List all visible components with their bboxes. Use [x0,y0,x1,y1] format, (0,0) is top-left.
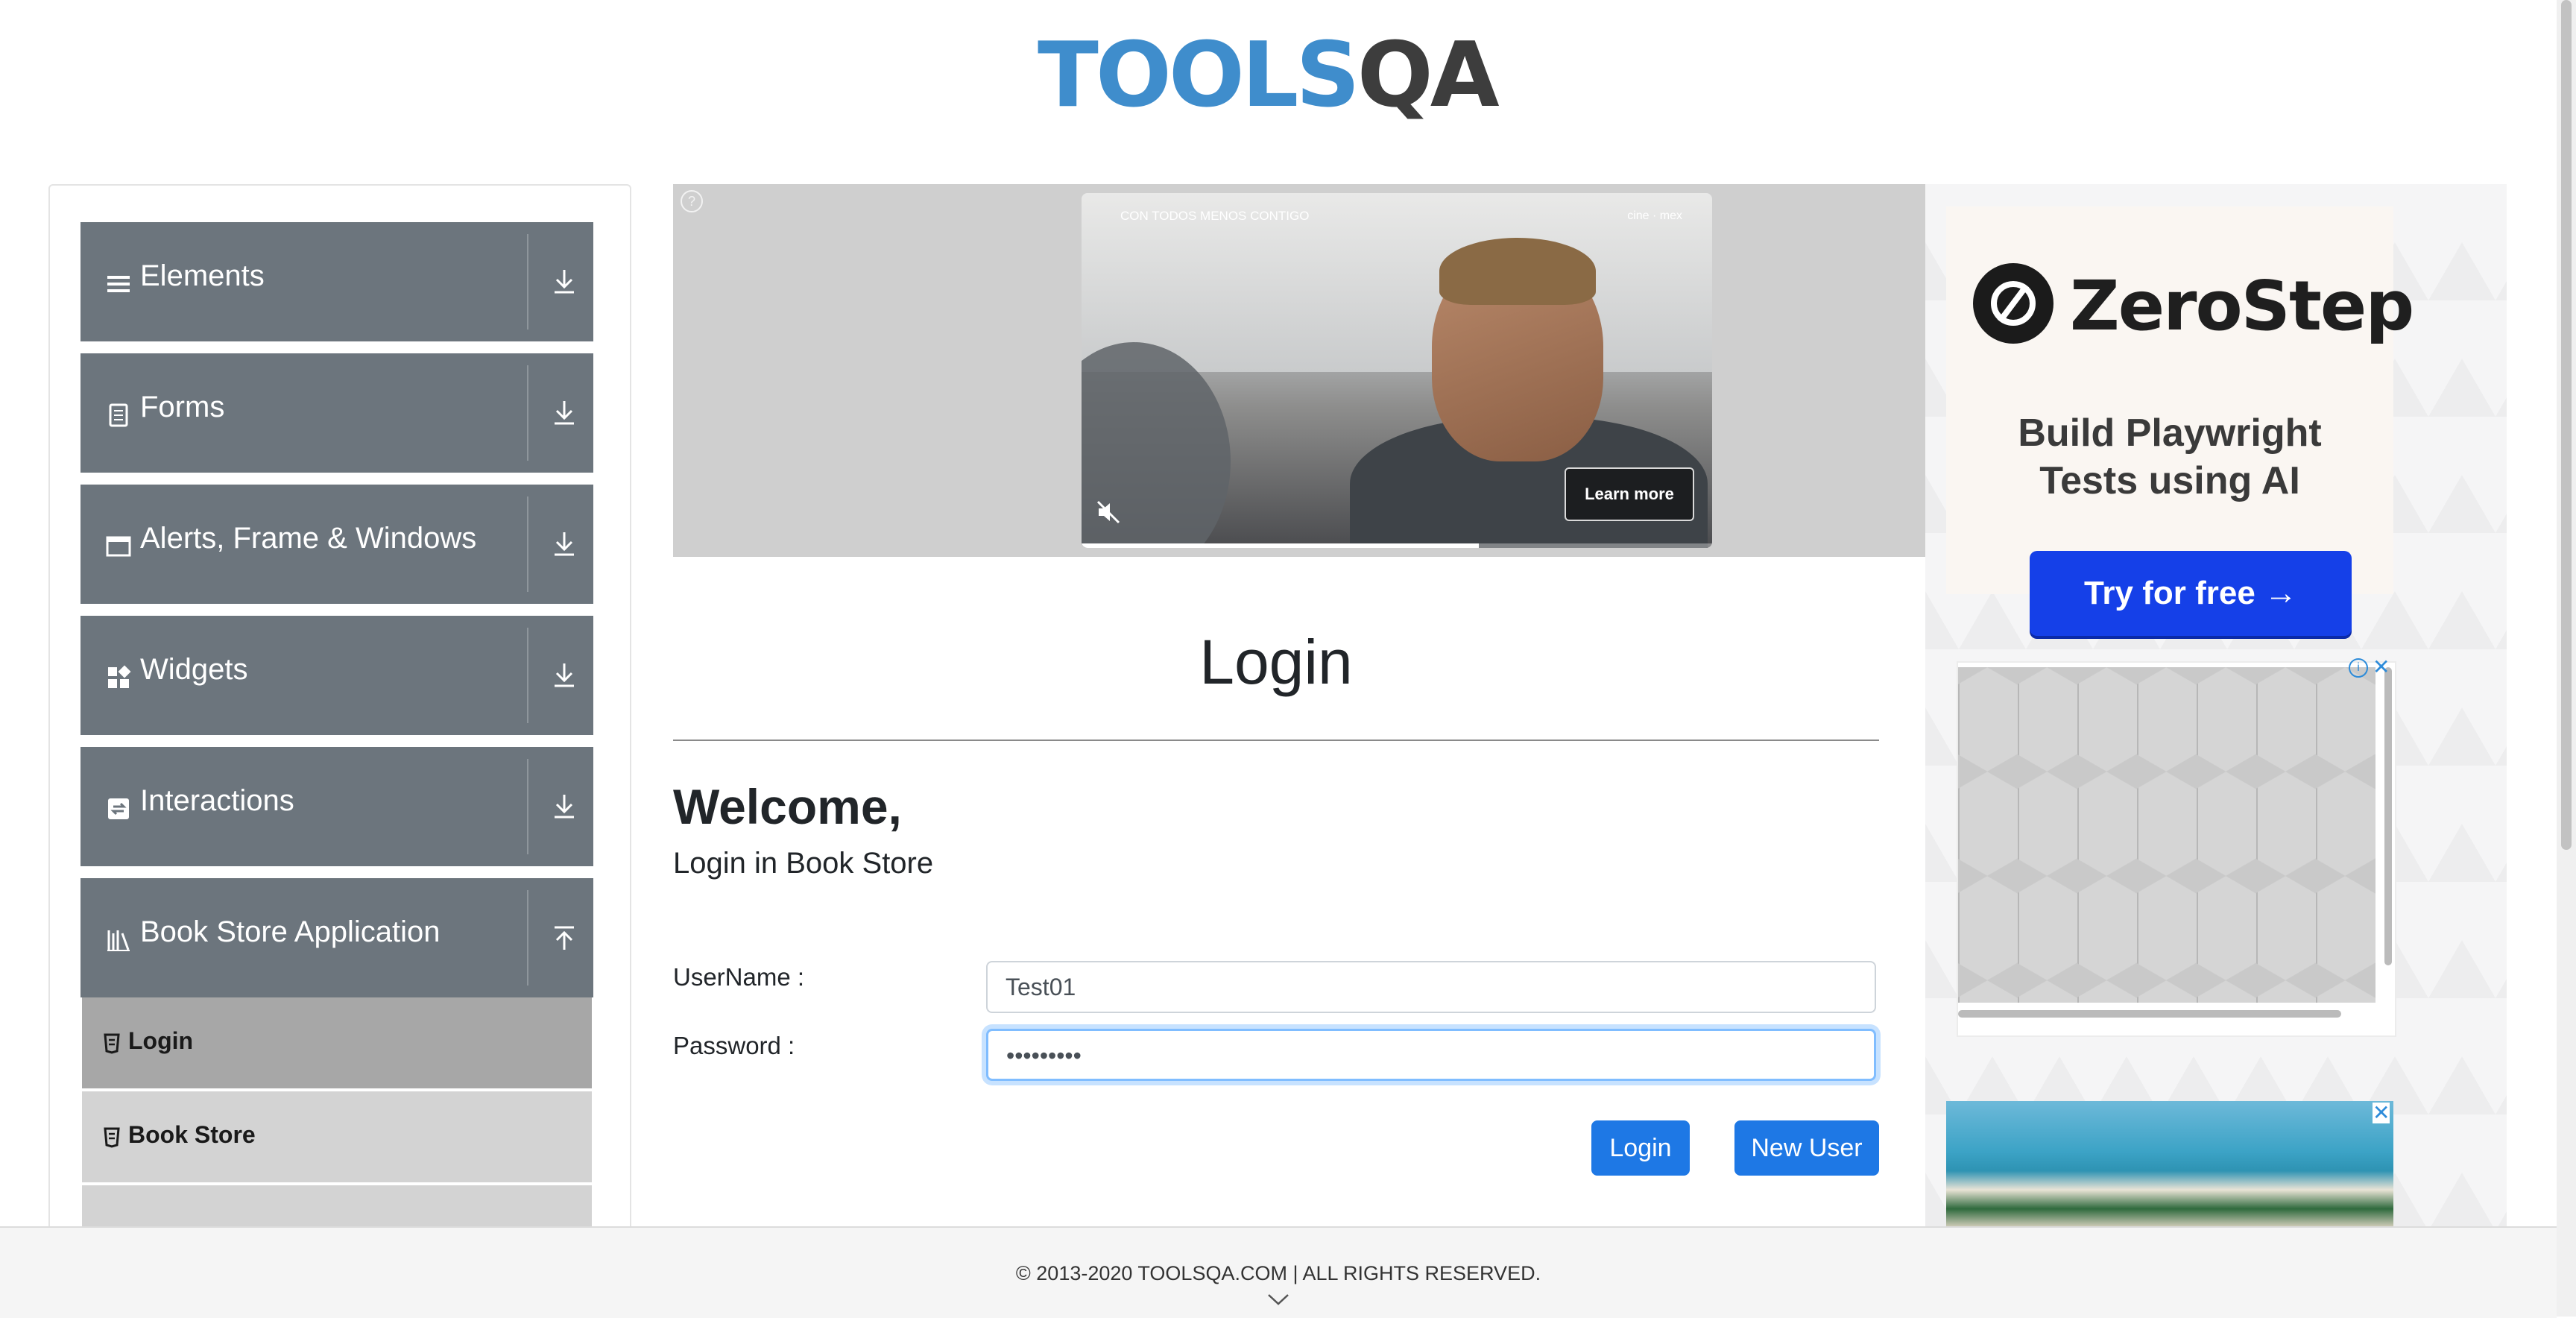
sidebar-group-book-store[interactable]: Book Store Application [80,878,593,997]
ad-horizontal-scrollbar[interactable] [1958,1010,2341,1018]
divider [527,759,528,854]
username-input[interactable]: Test01 [986,961,1876,1013]
pattern-ad[interactable] [1957,661,2396,1037]
login-subtitle: Login in Book Store [673,847,934,880]
zerostep-ad[interactable]: ZeroStep Build Playwright Tests using AI… [1946,206,2414,636]
sidebar-group-label: Widgets [140,653,248,686]
title-divider [673,740,1879,741]
video-brand: cine · mex [1627,209,1682,222]
divider [527,234,528,330]
footer-copyright: © 2013-2020 TOOLSQA.COM | ALL RIGHTS RES… [1015,1262,1541,1284]
list-icon [107,276,130,292]
html5-icon [104,1127,120,1148]
zerostep-tagline-line-1: Build Playwright [2018,412,2322,455]
ad-vertical-scrollbar[interactable] [2384,667,2392,965]
sidebar-item-book-store[interactable]: Book Store [82,1091,592,1185]
ad-close-icon[interactable]: ✕ [2373,1103,2390,1123]
sidebar-group-alerts[interactable]: Alerts, Frame & Windows [80,485,593,604]
toolsqa-logo[interactable]: TOOLSQA [1038,21,1521,137]
download-arrow-icon[interactable] [552,267,577,297]
sidebar-group-label: Elements [140,259,265,292]
page-title: Login [1199,627,1353,697]
download-arrow-icon[interactable] [552,398,577,428]
zerostep-logo-icon [1973,263,2053,344]
sidebar-item-login[interactable]: Login [82,997,592,1091]
logo-tools-text: TOOLS [1038,24,1360,127]
html5-icon [104,1033,120,1054]
sidebar-group-interactions[interactable]: Interactions [80,747,593,866]
ad-image [1958,667,2375,1003]
sidebar-item-label: Login [128,1027,194,1054]
download-arrow-icon[interactable] [552,529,577,559]
zerostep-brand: ZeroStep [2070,266,2414,346]
beach-ad[interactable] [1946,1101,2393,1228]
widgets-icon [108,665,131,688]
sidebar-group-label: Interactions [140,784,294,817]
sidebar-item-label: Book Store [128,1121,256,1148]
video-player[interactable]: CON TODOS MENOS CONTIGO cine · mex Learn… [1082,193,1712,548]
sidebar-group-widgets[interactable]: Widgets [80,616,593,735]
books-icon [107,930,130,951]
welcome-heading: Welcome, [673,779,902,834]
download-arrow-icon[interactable] [552,792,577,822]
ad-close-icon[interactable]: ✕ [2373,657,2390,678]
password-label: Password : [673,1032,795,1059]
zerostep-tagline: Build Playwright Tests using AI [1946,409,2393,505]
page-scrollbar[interactable] [2557,0,2576,1317]
video-ad-banner[interactable]: ? CON TODOS MENOS CONTIGO cine · mex Lea… [673,184,1925,557]
left-sidebar: Elements Forms Alerts, Frame & Windows W… [48,184,631,1231]
video-caption: CON TODOS MENOS CONTIGO [1120,209,1310,223]
sidebar-item-partial[interactable] [82,1185,592,1229]
password-input[interactable]: ••••••••• [986,1029,1876,1081]
new-user-button[interactable]: New User [1734,1120,1879,1176]
upload-arrow-icon[interactable] [552,923,577,953]
login-button[interactable]: Login [1591,1120,1690,1176]
chevron-down-icon[interactable] [1267,1292,1289,1307]
username-label: UserName : [673,963,805,991]
interactions-icon [108,798,129,819]
ad-info-icon[interactable]: i [2349,658,2368,678]
site-footer: © 2013-2020 TOOLSQA.COM | ALL RIGHTS RES… [0,1226,2557,1318]
learn-more-button[interactable]: Learn more [1565,467,1694,521]
download-arrow-icon[interactable] [552,660,577,690]
site-header: TOOLSQA [0,0,2557,171]
divider [527,365,528,461]
divider [527,496,528,592]
sidebar-group-label: Book Store Application [140,915,441,948]
sidebar-group-elements[interactable]: Elements [80,222,593,341]
logo-qa-text: QA [1357,24,1500,127]
scrollbar-thumb[interactable] [2561,0,2572,850]
right-ad-column: ZeroStep Build Playwright Tests using AI… [1925,184,2507,1228]
divider [527,890,528,986]
document-icon [109,403,128,427]
video-progress-bar[interactable] [1082,543,1712,548]
ad-help-icon[interactable]: ? [681,190,703,212]
divider [527,628,528,723]
sidebar-group-label: Alerts, Frame & Windows [140,522,477,555]
window-icon [106,536,131,557]
sidebar-group-label: Forms [140,391,225,423]
mute-icon[interactable] [1095,499,1122,526]
try-for-free-button[interactable]: Try for free → [2030,551,2352,636]
zerostep-tagline-line-2: Tests using AI [2039,459,2300,502]
sidebar-group-forms[interactable]: Forms [80,353,593,473]
